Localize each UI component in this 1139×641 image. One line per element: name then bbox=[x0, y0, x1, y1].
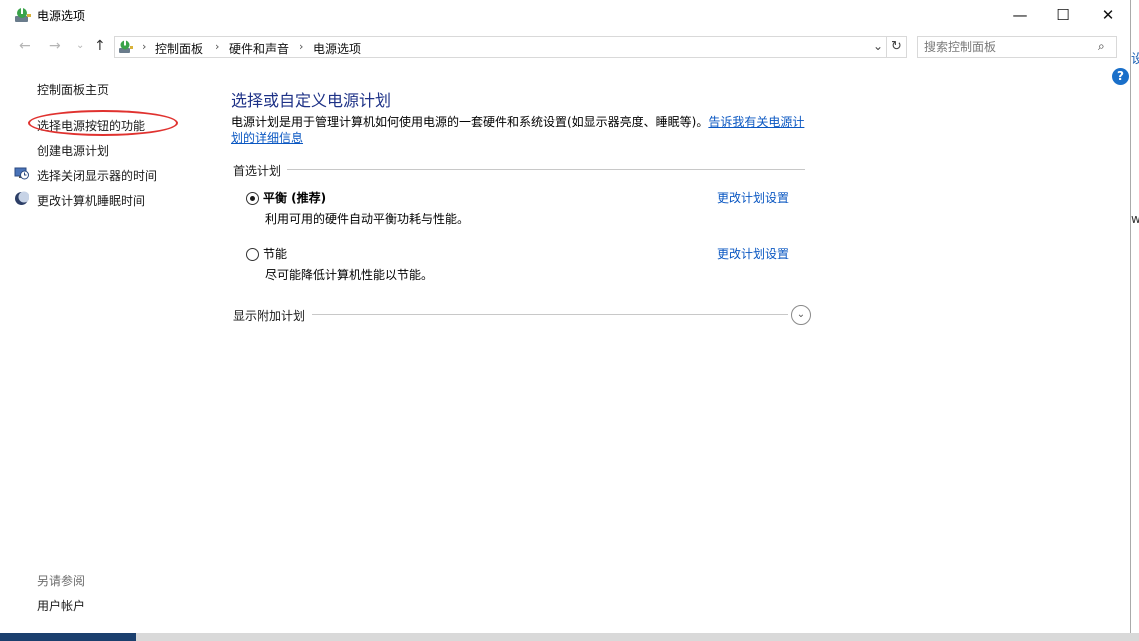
minimize-button[interactable]: — bbox=[997, 0, 1043, 30]
description-text: 电源计划是用于管理计算机如何使用电源的一套硬件和系统设置(如显示器亮度、睡眠等)… bbox=[231, 115, 709, 129]
plan-desc-power-saver: 尽可能降低计算机性能以节能。 bbox=[265, 268, 434, 282]
search-icon[interactable]: ⌕ bbox=[1098, 39, 1105, 54]
change-plan-settings-balanced[interactable]: 更改计划设置 bbox=[717, 189, 789, 206]
plan-name-balanced[interactable]: 平衡 (推荐) bbox=[263, 189, 326, 206]
search-input[interactable] bbox=[924, 39, 1094, 55]
breadcrumb-separator[interactable]: › bbox=[299, 40, 303, 53]
sidebar-item-create-plan[interactable]: 创建电源计划 bbox=[37, 142, 109, 159]
recent-locations-icon[interactable]: ⌄ bbox=[76, 40, 84, 51]
plan-name-power-saver[interactable]: 节能 bbox=[263, 245, 287, 262]
breadcrumb-separator: › bbox=[142, 40, 147, 53]
breadcrumb-hardware-sound[interactable]: 硬件和声音 bbox=[229, 40, 289, 57]
show-additional-plans[interactable]: 显示附加计划 bbox=[233, 307, 312, 324]
breadcrumb-separator[interactable]: › bbox=[215, 40, 219, 53]
power-options-window: 电源选项 — ☐ ✕ ← → ⌄ ↑ › 控制面板 › 硬件和声音 › 电源选项… bbox=[0, 0, 1131, 633]
forward-arrow-icon[interactable]: → bbox=[49, 38, 61, 54]
refresh-button[interactable]: ↻ bbox=[887, 36, 907, 58]
maximize-button[interactable]: ☐ bbox=[1040, 0, 1086, 30]
title-bar[interactable]: 电源选项 — ☐ ✕ bbox=[0, 0, 1131, 30]
address-bar[interactable]: › 控制面板 › 硬件和声音 › 电源选项 ⌄ bbox=[114, 36, 887, 58]
learn-more-link-continued[interactable]: 划的详细信息 bbox=[231, 131, 303, 145]
plan-radio-power-saver[interactable] bbox=[246, 248, 259, 261]
section-divider bbox=[283, 169, 805, 170]
highlight-ellipse bbox=[28, 110, 178, 136]
plan-radio-balanced[interactable] bbox=[246, 192, 259, 205]
monitor-clock-icon bbox=[14, 167, 29, 180]
plan-desc-balanced: 利用可用的硬件自动平衡功耗与性能。 bbox=[265, 212, 470, 226]
control-panel-icon bbox=[119, 40, 133, 53]
breadcrumb-power-options[interactable]: 电源选项 bbox=[313, 40, 361, 57]
chevron-down-icon[interactable]: ⌄ bbox=[791, 305, 811, 325]
chevron-down-icon[interactable]: ⌄ bbox=[873, 39, 883, 53]
page-title: 选择或自定义电源计划 bbox=[231, 91, 392, 110]
moon-icon bbox=[15, 191, 29, 205]
learn-more-link[interactable]: 告诉我有关电源计 bbox=[708, 115, 804, 129]
help-icon[interactable]: ? bbox=[1112, 68, 1129, 85]
search-box[interactable]: ⌕ bbox=[917, 36, 1117, 58]
see-also-heading: 另请参阅 bbox=[37, 574, 86, 588]
desktop-background: 设 w bbox=[1131, 0, 1139, 641]
desktop-fragment-text: 设 bbox=[1131, 52, 1139, 67]
page-description: 电源计划是用于管理计算机如何使用电源的一套硬件和系统设置(如显示器亮度、睡眠等)… bbox=[231, 114, 821, 146]
change-plan-settings-power-saver[interactable]: 更改计划设置 bbox=[717, 245, 789, 262]
window-title: 电源选项 bbox=[37, 9, 86, 23]
sidebar-item-control-panel-home[interactable]: 控制面板主页 bbox=[37, 81, 109, 98]
sidebar-item-display-off[interactable]: 选择关闭显示器的时间 bbox=[37, 167, 157, 184]
see-also-user-accounts[interactable]: 用户帐户 bbox=[37, 597, 85, 614]
sidebar-item-sleep-time[interactable]: 更改计算机睡眠时间 bbox=[37, 192, 145, 209]
close-button[interactable]: ✕ bbox=[1085, 0, 1131, 30]
back-arrow-icon[interactable]: ← bbox=[19, 38, 31, 54]
power-options-icon bbox=[15, 8, 31, 22]
navigation-bar: ← → ⌄ ↑ › 控制面板 › 硬件和声音 › 电源选项 ⌄ ↻ ⌕ bbox=[0, 34, 1131, 60]
preferred-plans-heading: 首选计划 bbox=[233, 162, 288, 179]
desktop-fragment-text: w bbox=[1131, 212, 1139, 226]
up-arrow-icon[interactable]: ↑ bbox=[94, 38, 106, 54]
taskbar-strip bbox=[136, 633, 1139, 641]
section-divider bbox=[312, 314, 788, 315]
breadcrumb-control-panel[interactable]: 控制面板 bbox=[155, 40, 203, 57]
